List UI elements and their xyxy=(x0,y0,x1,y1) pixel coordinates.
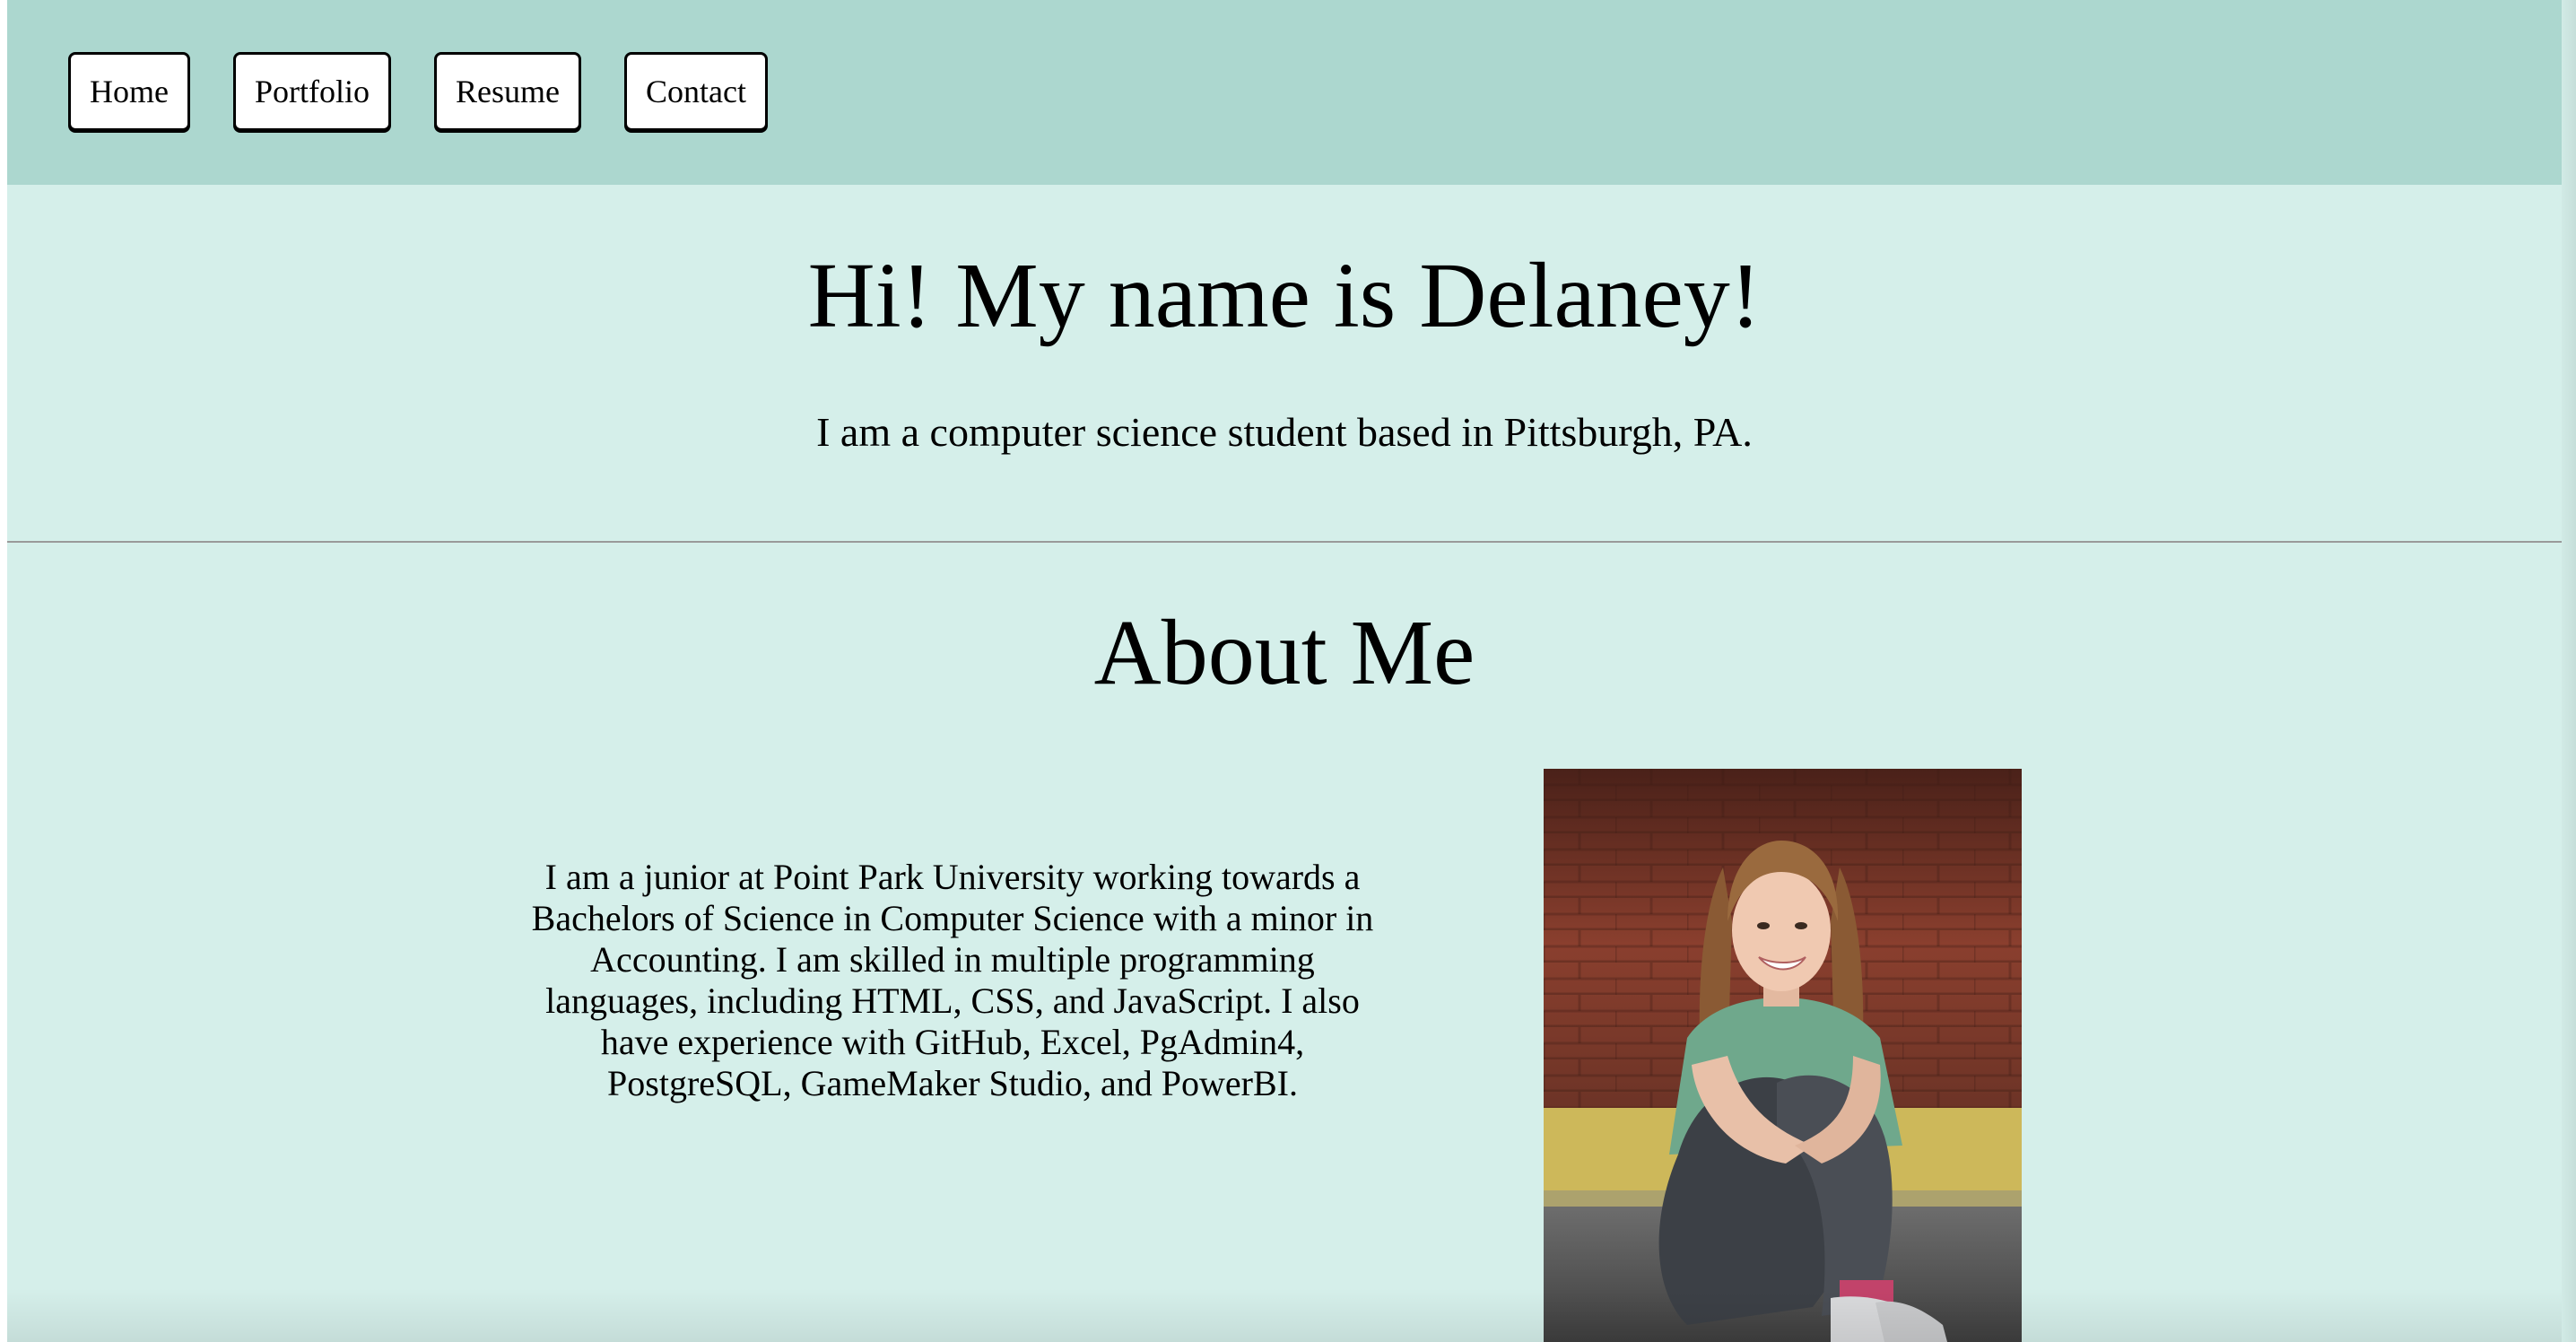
bottom-shadow xyxy=(7,1288,2562,1342)
left-edge xyxy=(0,0,7,1342)
about-title: About Me xyxy=(1093,601,1475,704)
portrait-photo-icon xyxy=(1544,769,2022,1342)
about-text: I am a junior at Point Park University w… xyxy=(531,857,1374,1103)
nav-portfolio-button[interactable]: Portfolio xyxy=(233,52,391,131)
page: Home Portfolio Resume Contact Hi! My nam… xyxy=(0,0,2576,1342)
nav-contact-button[interactable]: Contact xyxy=(624,52,768,131)
hero-title: Hi! My name is Delaney! xyxy=(807,244,1762,347)
portrait-photo xyxy=(1544,769,2022,1342)
section-divider xyxy=(7,541,2562,543)
nav-resume-button[interactable]: Resume xyxy=(434,52,581,131)
right-edge xyxy=(2562,0,2576,1342)
nav-home-button[interactable]: Home xyxy=(68,52,190,131)
navbar: Home Portfolio Resume Contact xyxy=(7,0,2562,185)
hero-subtitle: I am a computer science student based in… xyxy=(816,409,1753,455)
